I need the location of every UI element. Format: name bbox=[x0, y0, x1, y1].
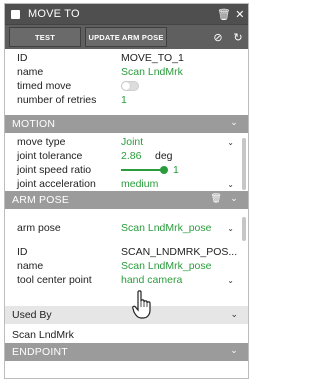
title-bar: MOVE TO 🗑 ✕ bbox=[5, 4, 248, 24]
arm-pose-section-header[interactable]: ARM POSE 🗑 ⌄ bbox=[5, 191, 248, 209]
motion-section-header[interactable]: MOTION ⌄ bbox=[5, 115, 248, 133]
used-by-item[interactable]: Scan LndMrk bbox=[5, 329, 248, 341]
id-label: ID bbox=[17, 52, 28, 64]
motion-section: move type Joint ⌄ joint tolerance 2.86 d… bbox=[5, 135, 248, 191]
pose-name-label: name bbox=[17, 260, 44, 272]
endpoint-section-header[interactable]: ENDPOINT ⌄ bbox=[5, 343, 248, 361]
tool-center-point-value[interactable]: hand camera bbox=[121, 274, 182, 286]
window-title: MOVE TO bbox=[28, 8, 80, 20]
pose-name-value[interactable]: Scan LndMrk_pose bbox=[121, 260, 211, 272]
chevron-down-icon[interactable]: ⌄ bbox=[227, 180, 234, 189]
joint-acceleration-value[interactable]: medium bbox=[121, 178, 158, 190]
retries-label: number of retries bbox=[17, 94, 97, 106]
joint-tolerance-label: joint tolerance bbox=[17, 150, 83, 162]
chevron-down-icon[interactable]: ⌄ bbox=[227, 224, 234, 233]
chevron-down-icon[interactable]: ⌄ bbox=[230, 193, 238, 204]
checkbox-icon[interactable] bbox=[11, 9, 20, 19]
endpoint-title: ENDPOINT bbox=[12, 346, 68, 358]
move-type-label: move type bbox=[17, 136, 66, 148]
motion-title: MOTION bbox=[12, 118, 56, 130]
chevron-down-icon[interactable]: ⌄ bbox=[230, 309, 238, 320]
joint-speed-slider[interactable]: 1 bbox=[121, 164, 179, 176]
joint-tolerance-value[interactable]: 2.86 bbox=[121, 150, 155, 162]
pose-id-value[interactable]: SCAN_LNDMRK_POS... bbox=[121, 246, 237, 258]
tool-center-point-label: tool center point bbox=[17, 274, 92, 286]
chevron-down-icon[interactable]: ⌄ bbox=[230, 345, 238, 356]
arm-pose-scrollbar[interactable] bbox=[242, 217, 246, 241]
toolbar: TEST UPDATE ARM POSE ⊘ ↻ bbox=[5, 24, 248, 49]
joint-acceleration-label: joint acceleration bbox=[17, 178, 96, 190]
joint-speed-ratio-label: joint speed ratio bbox=[17, 164, 92, 176]
arm-pose-value[interactable]: Scan LndMrk_pose bbox=[121, 222, 211, 234]
disable-icon[interactable]: ⊘ bbox=[208, 31, 228, 44]
arm-pose-section: arm pose Scan LndMrk_pose ⌄ ID SCAN_LNDM… bbox=[5, 209, 248, 306]
move-type-value[interactable]: Joint bbox=[121, 136, 143, 148]
used-by-header[interactable]: Used By ⌄ bbox=[5, 306, 248, 324]
trash-icon[interactable]: 🗑 bbox=[216, 8, 232, 21]
joint-speed-ratio-value: 1 bbox=[173, 164, 179, 176]
hand-cursor-icon bbox=[132, 290, 151, 319]
test-button[interactable]: TEST bbox=[9, 27, 81, 47]
name-label: name bbox=[17, 66, 44, 78]
slider-track bbox=[121, 166, 168, 174]
used-by-list: Scan LndMrk bbox=[5, 324, 248, 343]
timed-move-toggle[interactable] bbox=[121, 81, 139, 91]
slider-knob[interactable] bbox=[160, 166, 168, 174]
chevron-down-icon[interactable]: ⌄ bbox=[227, 138, 234, 147]
refresh-icon[interactable]: ↻ bbox=[228, 31, 248, 44]
id-value[interactable]: MOVE_TO_1 bbox=[121, 52, 184, 64]
chevron-down-icon[interactable]: ⌄ bbox=[230, 117, 238, 128]
update-arm-pose-button[interactable]: UPDATE ARM POSE bbox=[85, 27, 167, 47]
arm-pose-title: ARM POSE bbox=[12, 194, 70, 206]
joint-tolerance-unit: deg bbox=[155, 150, 173, 162]
properties-section: ID MOVE_TO_1 name Scan LndMrk timed move… bbox=[5, 49, 248, 107]
name-value[interactable]: Scan LndMrk bbox=[121, 66, 183, 78]
pose-id-label: ID bbox=[17, 246, 28, 258]
retries-value[interactable]: 1 bbox=[121, 94, 127, 106]
motion-scrollbar[interactable] bbox=[242, 138, 246, 190]
move-to-window: MOVE TO 🗑 ✕ TEST UPDATE ARM POSE ⊘ ↻ ID … bbox=[4, 3, 249, 379]
used-by-title: Used By bbox=[12, 309, 52, 321]
arm-pose-label: arm pose bbox=[17, 222, 61, 234]
timed-move-label: timed move bbox=[17, 80, 72, 92]
close-icon[interactable]: ✕ bbox=[232, 8, 248, 21]
trash-icon[interactable]: 🗑 bbox=[210, 193, 222, 204]
chevron-down-icon[interactable]: ⌄ bbox=[227, 276, 234, 285]
